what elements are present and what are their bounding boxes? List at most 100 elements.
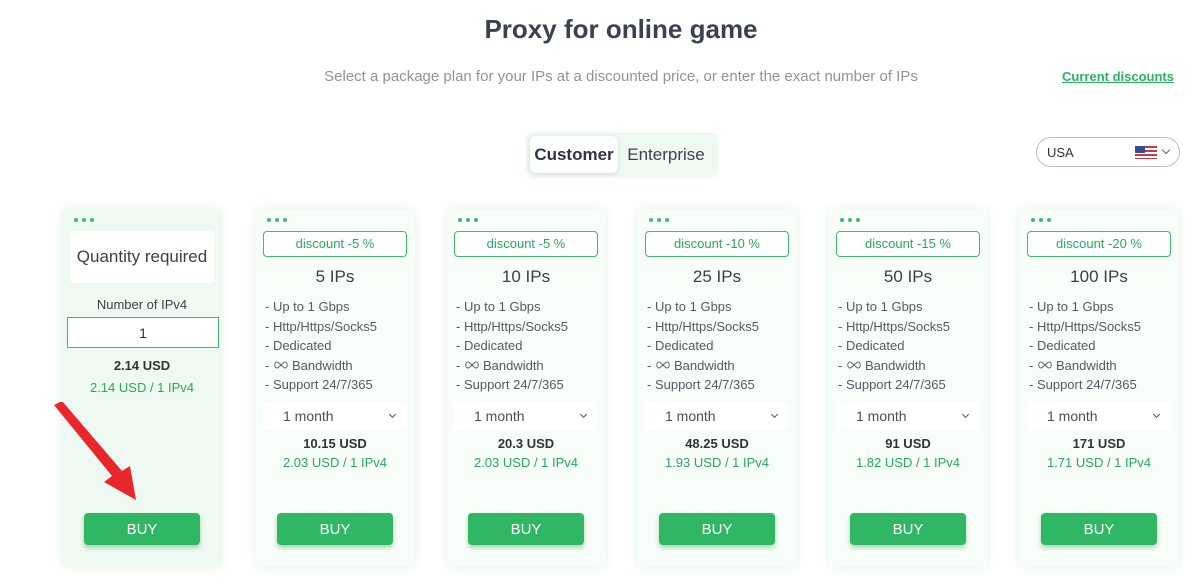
plan-total-price: 20.3 USD — [497, 436, 555, 451]
country-select[interactable]: USA — [1036, 137, 1180, 167]
plan-card-50-ips: discount -15 % 50 IPs - Up to 1 Gbps - H… — [828, 209, 988, 567]
plan-card-5-ips: discount -5 % 5 IPs - Up to 1 Gbps - Htt… — [255, 209, 415, 567]
plan-unit-price: 2.03 USD / 1 IPv4 — [473, 455, 579, 470]
feature-list: - Up to 1 Gbps - Http/Https/Socks5 - Ded… — [838, 297, 950, 395]
feature-bandwidth-label: Bandwidth — [673, 357, 735, 373]
infinity-icon — [1038, 361, 1052, 369]
buy-button-10-ips[interactable]: BUY — [468, 513, 584, 545]
feature-support: - Support 24/7/365 — [838, 377, 946, 392]
term-value: 1 month — [856, 408, 907, 424]
feature-list: - Up to 1 Gbps - Http/Https/Socks5 - Ded… — [456, 297, 568, 395]
chevron-down-icon — [579, 410, 588, 419]
feature-support: - Support 24/7/365 — [265, 377, 373, 392]
feature-bandwidth: - Bandwidth — [1029, 356, 1141, 376]
discount-badge: discount -20 % — [1027, 231, 1171, 257]
plan-unit-price: 1.93 USD / 1 IPv4 — [664, 455, 770, 470]
card-dots-icon — [840, 218, 860, 222]
card-dots-icon — [74, 218, 94, 222]
infinity-icon — [656, 361, 670, 369]
term-value: 1 month — [665, 408, 716, 424]
quantity-required-title: Quantity required — [70, 231, 214, 283]
buy-button-50-ips[interactable]: BUY — [850, 513, 966, 545]
page-title: Proxy for online game — [484, 14, 758, 44]
feature-bandwidth-label: Bandwidth — [482, 357, 544, 373]
buy-button-100-ips[interactable]: BUY — [1041, 513, 1157, 545]
feature-bandwidth: - Bandwidth — [838, 356, 950, 376]
feature-dedicated: - Dedicated — [647, 338, 714, 353]
custom-total-price: 2.14 USD — [113, 358, 171, 373]
custom-quantity-card: Quantity required Number of IPv4 2.14 US… — [62, 209, 222, 567]
plan-title: 10 IPs — [501, 267, 551, 286]
infinity-icon — [274, 361, 288, 369]
term-value: 1 month — [474, 408, 525, 424]
feature-dedicated: - Dedicated — [838, 338, 905, 353]
plan-title: 50 IPs — [883, 267, 933, 286]
quantity-input[interactable] — [67, 317, 219, 348]
infinity-icon — [847, 361, 861, 369]
term-select[interactable]: 1 month — [836, 402, 980, 430]
feature-speed: - Up to 1 Gbps — [838, 299, 923, 314]
feature-bandwidth-label: Bandwidth — [291, 357, 353, 373]
buy-button-custom[interactable]: BUY — [84, 513, 200, 545]
term-select[interactable]: 1 month — [454, 402, 598, 430]
card-dots-icon — [458, 218, 478, 222]
current-discounts-link[interactable]: Current discounts — [1062, 69, 1174, 84]
feature-list: - Up to 1 Gbps - Http/Https/Socks5 - Ded… — [1029, 297, 1141, 395]
feature-protocols: - Http/Https/Socks5 — [647, 318, 759, 334]
chevron-down-icon — [1152, 410, 1161, 419]
feature-bandwidth: - Bandwidth — [647, 356, 759, 376]
buy-button-5-ips[interactable]: BUY — [277, 513, 393, 545]
feature-protocols: - Http/Https/Socks5 — [265, 318, 377, 334]
custom-unit-price: 2.14 USD / 1 IPv4 — [89, 380, 195, 395]
plan-total-price: 48.25 USD — [685, 436, 749, 451]
term-select[interactable]: 1 month — [1027, 402, 1171, 430]
plan-total-price: 10.15 USD — [303, 436, 367, 451]
chevron-down-icon — [770, 410, 779, 419]
feature-protocols: - Http/Https/Socks5 — [838, 318, 950, 334]
feature-dedicated: - Dedicated — [265, 338, 332, 353]
customer-type-switcher: Customer Enterprise — [526, 132, 718, 177]
feature-speed: - Up to 1 Gbps — [1029, 299, 1114, 314]
feature-support: - Support 24/7/365 — [456, 377, 564, 392]
term-select[interactable]: 1 month — [263, 402, 407, 430]
card-dots-icon — [649, 218, 669, 222]
feature-bandwidth: - Bandwidth — [265, 356, 377, 376]
chevron-down-icon — [388, 410, 397, 419]
feature-support: - Support 24/7/365 — [647, 377, 755, 392]
plan-card-25-ips: discount -10 % 25 IPs - Up to 1 Gbps - H… — [637, 209, 797, 567]
page-subtitle: Select a package plan for your IPs at a … — [324, 68, 918, 85]
feature-dedicated: - Dedicated — [1029, 338, 1096, 353]
plan-unit-price: 1.82 USD / 1 IPv4 — [855, 455, 961, 470]
us-flag-icon — [1135, 145, 1157, 159]
term-value: 1 month — [283, 408, 334, 424]
chevron-down-icon — [961, 410, 970, 419]
plan-unit-price: 2.03 USD / 1 IPv4 — [282, 455, 388, 470]
enterprise-tab[interactable]: Enterprise — [618, 136, 714, 173]
chevron-down-icon — [1161, 145, 1171, 155]
feature-speed: - Up to 1 Gbps — [647, 299, 732, 314]
plan-total-price: 171 USD — [1072, 436, 1126, 451]
plan-card-10-ips: discount -5 % 10 IPs - Up to 1 Gbps - Ht… — [446, 209, 606, 567]
discount-badge: discount -10 % — [645, 231, 789, 257]
term-select[interactable]: 1 month — [645, 402, 789, 430]
discount-badge: discount -5 % — [454, 231, 598, 257]
discount-badge: discount -15 % — [836, 231, 980, 257]
feature-list: - Up to 1 Gbps - Http/Https/Socks5 - Ded… — [265, 297, 377, 395]
customer-tab[interactable]: Customer — [530, 136, 618, 173]
quantity-label: Number of IPv4 — [96, 297, 188, 312]
plan-unit-price: 1.71 USD / 1 IPv4 — [1046, 455, 1152, 470]
discount-badge: discount -5 % — [263, 231, 407, 257]
term-value: 1 month — [1047, 408, 1098, 424]
feature-list: - Up to 1 Gbps - Http/Https/Socks5 - Ded… — [647, 297, 759, 395]
infinity-icon — [465, 361, 479, 369]
feature-speed: - Up to 1 Gbps — [456, 299, 541, 314]
feature-dedicated: - Dedicated — [456, 338, 523, 353]
plan-title: 25 IPs — [692, 267, 742, 286]
buy-button-25-ips[interactable]: BUY — [659, 513, 775, 545]
feature-bandwidth-label: Bandwidth — [864, 357, 926, 373]
plan-total-price: 91 USD — [885, 436, 931, 451]
card-dots-icon — [267, 218, 287, 222]
feature-bandwidth: - Bandwidth — [456, 356, 568, 376]
feature-bandwidth-label: Bandwidth — [1055, 357, 1117, 373]
plan-title: 5 IPs — [315, 267, 355, 286]
